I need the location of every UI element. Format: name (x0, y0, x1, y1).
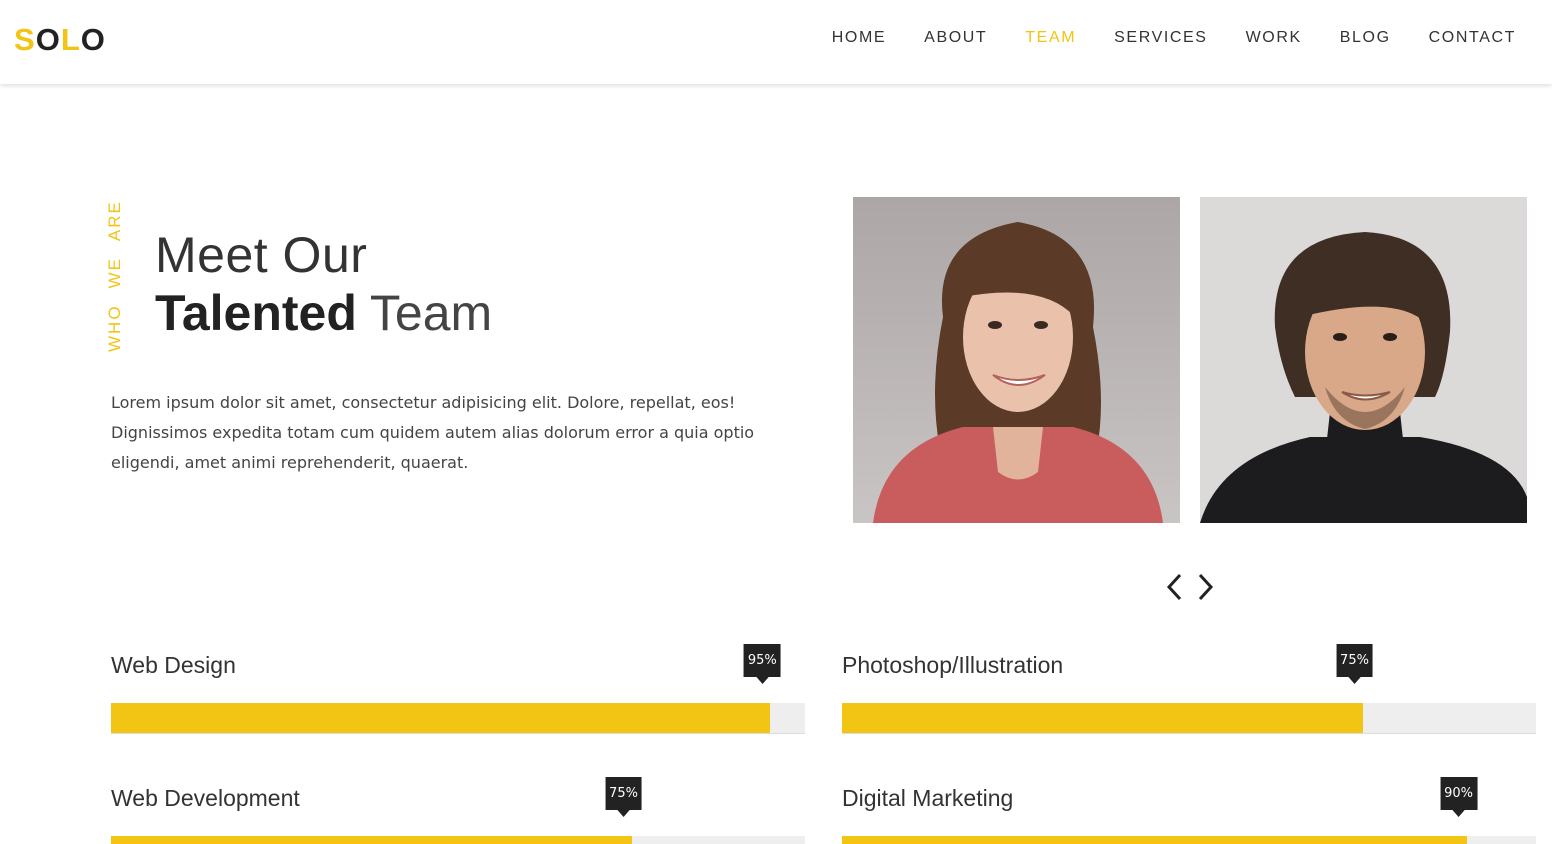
skill-progress-fill (111, 836, 632, 844)
skill-progress-track (842, 836, 1536, 844)
skill-progress-track (111, 703, 805, 734)
eyebrow-word: ARE (105, 200, 124, 242)
nav-services[interactable]: SERVICES (1114, 28, 1207, 48)
title-line-2: Talented Team (155, 284, 492, 342)
nav-work[interactable]: WORK (1246, 28, 1302, 48)
skill-progress-fill (111, 703, 771, 733)
skill-digital-marketing: Digital Marketing 90% (842, 777, 1536, 844)
nav-blog[interactable]: BLOG (1340, 28, 1391, 48)
nav-about[interactable]: ABOUT (924, 28, 987, 48)
skill-label: Web Design (111, 652, 236, 678)
intro-paragraph: Lorem ipsum dolor sit amet, consectetur … (111, 393, 755, 472)
logo-letter: L (60, 22, 81, 57)
logo-letter: S (14, 22, 36, 57)
skill-percent-tooltip: 75% (1336, 644, 1373, 684)
skill-progress-fill (842, 836, 1467, 844)
nav-contact[interactable]: CONTACT (1429, 28, 1516, 48)
eyebrow-word: WE (105, 257, 124, 289)
skill-label: Web Development (111, 785, 300, 811)
section-eyebrow: WHO WE ARE (104, 200, 126, 352)
skill-web-design: Web Design 95% (111, 644, 805, 734)
skill-progress-fill (842, 703, 1363, 733)
eyebrow-word: WHO (105, 304, 124, 352)
nav-home[interactable]: HOME (832, 28, 886, 48)
site-header: SOLO HOME ABOUT TEAM SERVICES WORK BLOG … (0, 0, 1552, 84)
skill-progress-track (111, 836, 805, 844)
skill-photoshop: Photoshop/Illustration 75% (842, 644, 1536, 734)
nav-team[interactable]: TEAM (1025, 28, 1076, 48)
woman-portrait-image (853, 197, 1180, 523)
logo-letter: O (80, 22, 106, 57)
title-line-1: Meet Our (155, 227, 368, 283)
title-bold-word: Talented (155, 285, 357, 341)
chevron-right-icon[interactable] (1190, 572, 1220, 602)
carousel-controls (1160, 572, 1220, 602)
main-nav: HOME ABOUT TEAM SERVICES WORK BLOG CONTA… (794, 28, 1516, 48)
man-portrait-image (1200, 197, 1527, 523)
section-title: Meet Our Talented Team (155, 226, 492, 342)
title-thin-word: Team (369, 285, 493, 341)
skill-percent-tooltip: 75% (605, 777, 642, 817)
skill-percent-tooltip: 95% (743, 644, 781, 684)
skill-percent-tooltip: 90% (1440, 777, 1478, 817)
logo[interactable]: SOLO (14, 22, 106, 58)
chevron-left-icon[interactable] (1160, 572, 1190, 602)
team-member-photo[interactable] (853, 197, 1180, 523)
skill-label: Digital Marketing (842, 785, 1014, 811)
skill-label: Photoshop/Illustration (842, 652, 1064, 678)
logo-letter: O (35, 22, 61, 57)
skill-progress-track (842, 703, 1536, 734)
skill-web-development: Web Development 75% (111, 777, 805, 844)
team-member-photo[interactable] (1200, 197, 1527, 523)
